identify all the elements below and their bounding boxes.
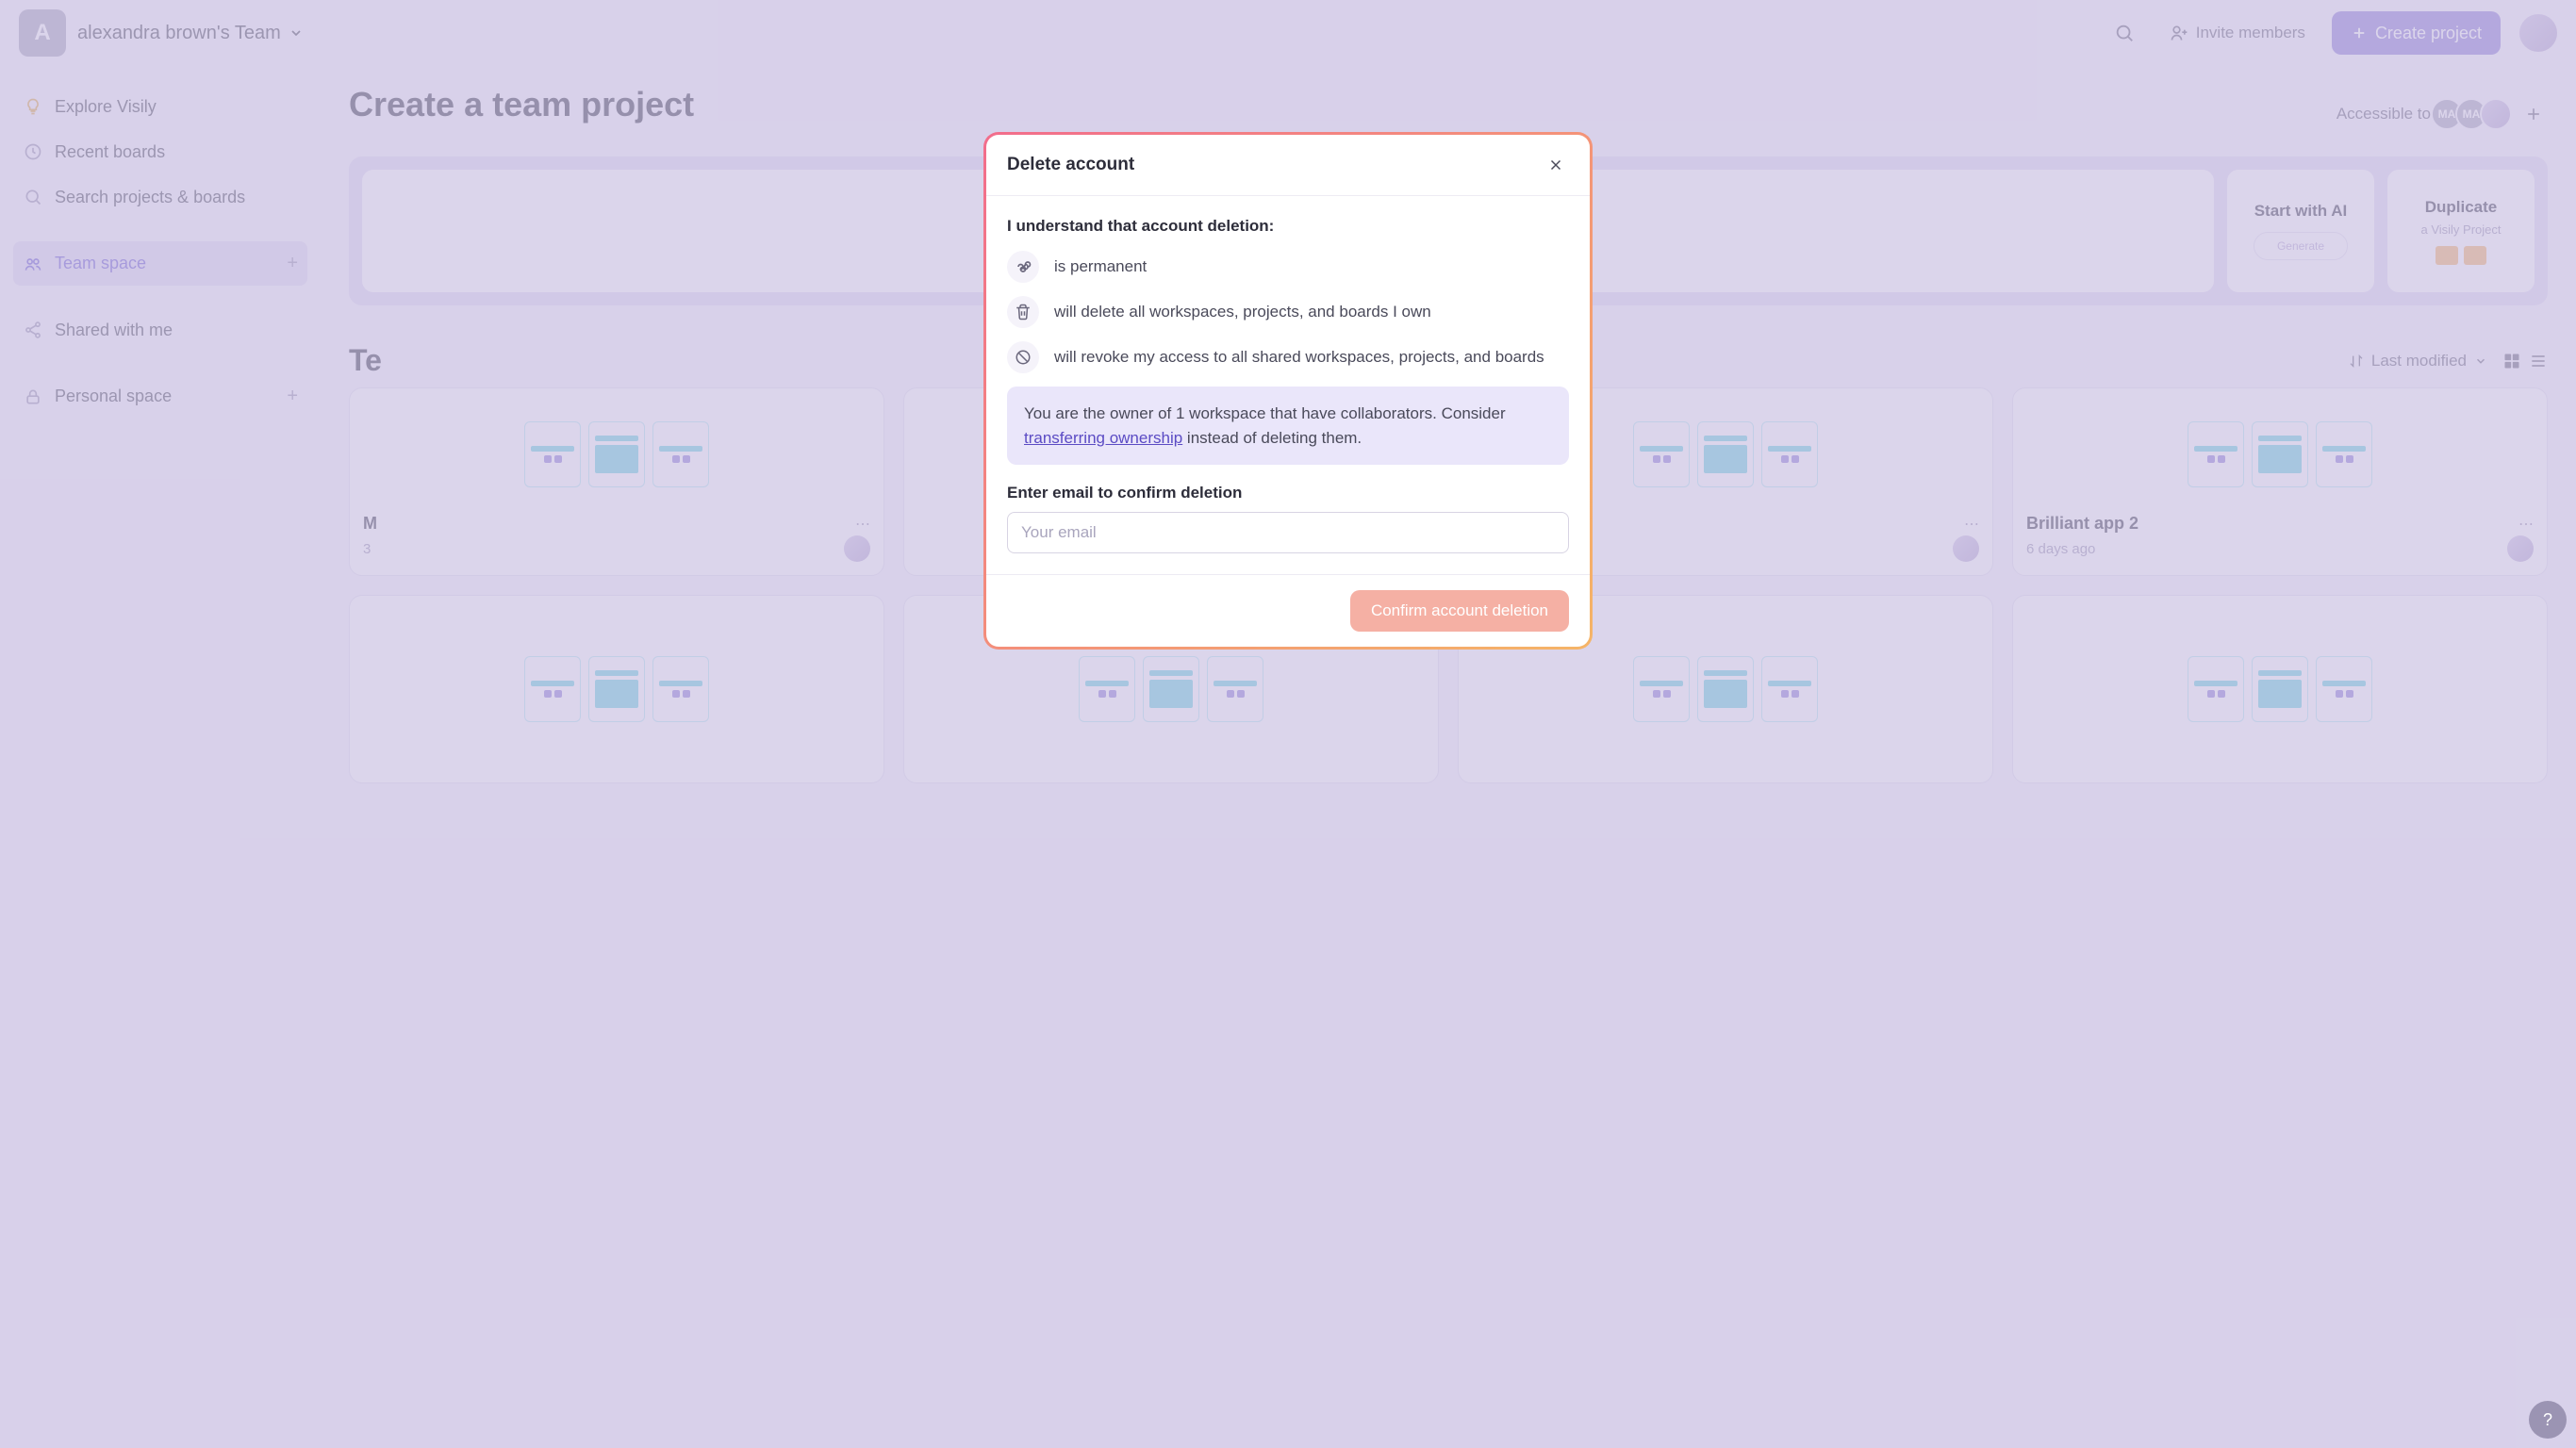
modal-overlay[interactable]: Delete account I understand that account… [0,0,2576,1448]
bullet-permanent: is permanent [1007,251,1569,283]
ownership-warning: You are the owner of 1 workspace that ha… [1007,387,1569,465]
confirm-deletion-button[interactable]: Confirm account deletion [1350,590,1569,632]
infinity-icon [1007,251,1039,283]
modal-footer: Confirm account deletion [986,574,1590,647]
modal-border: Delete account I understand that account… [983,132,1593,650]
trash-icon [1007,296,1039,328]
modal-title: Delete account [1007,155,1134,175]
bullet-text: is permanent [1054,257,1147,276]
close-button[interactable] [1543,152,1569,178]
email-input[interactable] [1007,512,1569,553]
help-button[interactable]: ? [2529,1401,2567,1439]
warning-prefix: You are the owner of 1 workspace that ha… [1024,404,1506,422]
question-icon: ? [2543,1410,2552,1430]
bullet-text: will revoke my access to all shared work… [1054,348,1544,367]
transfer-ownership-link[interactable]: transferring ownership [1024,429,1182,447]
bullet-text: will delete all workspaces, projects, an… [1054,303,1431,321]
modal-header: Delete account [986,135,1590,196]
delete-account-modal: Delete account I understand that account… [986,135,1590,647]
confirm-email-label: Enter email to confirm deletion [1007,484,1569,502]
modal-body: I understand that account deletion: is p… [986,196,1590,574]
close-icon [1547,156,1564,173]
bullet-delete-workspaces: will delete all workspaces, projects, an… [1007,296,1569,328]
prohibited-icon [1007,341,1039,373]
warning-suffix: instead of deleting them. [1182,429,1362,447]
understand-label: I understand that account deletion: [1007,217,1569,236]
bullet-revoke-access: will revoke my access to all shared work… [1007,341,1569,373]
